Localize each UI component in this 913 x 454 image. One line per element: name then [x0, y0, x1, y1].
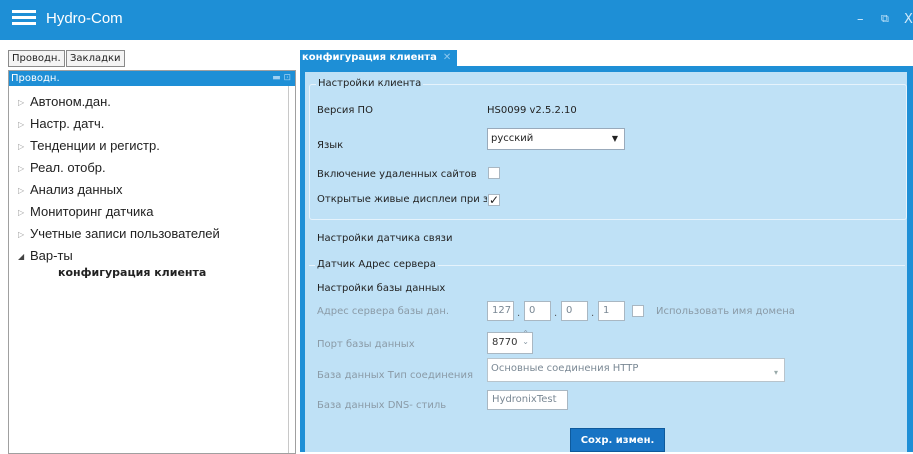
db-address-label: Адрес сервера базы дан. [317, 306, 450, 317]
sensor-comm-settings[interactable]: Настройки датчика связи [317, 233, 453, 244]
use-domain-checkbox[interactable] [632, 305, 644, 317]
tree-item-data-analysis[interactable]: ▷ Анализ данных [18, 182, 123, 197]
ip-dot: . [554, 308, 558, 319]
explorer-header: Проводн. ▬ ⊡ [9, 71, 295, 86]
left-pane: Проводн. Закладки Проводн. ▬ ⊡ ▷ Автоном.… [8, 48, 296, 454]
open-live-checkbox[interactable]: ✓ [488, 194, 500, 206]
version-label: Версия ПО [317, 105, 373, 116]
tree-item-trends[interactable]: ▷ Тенденции и регистр. [18, 138, 160, 153]
tab-explorer[interactable]: Проводн. [8, 50, 65, 67]
window-title: Hydro-Com [46, 10, 123, 27]
expand-icon[interactable]: ▷ [18, 208, 30, 217]
collapse-icon[interactable]: ◢ [18, 252, 30, 261]
expand-icon[interactable]: ▷ [18, 120, 30, 129]
conn-type-select[interactable]: Основные соединения HTTP ▾ [487, 358, 785, 382]
expand-icon[interactable]: ▷ [18, 230, 30, 239]
tree-item-autonomous-data[interactable]: ▷ Автоном.дан. [18, 94, 111, 109]
save-changes-button[interactable]: Сохр. измен. [570, 428, 665, 452]
pin-icon[interactable]: ▬ ⊡ [272, 71, 291, 86]
dns-label: База данных DNS- стиль [317, 400, 447, 411]
version-value: HS0099 v2.5.2.10 [487, 105, 577, 116]
tree-item-user-accounts[interactable]: ▷ Учетные записи пользователей [18, 226, 220, 241]
ip-octet-4[interactable]: 1 [598, 301, 625, 321]
tree-item-options[interactable]: ◢ Вар-ты [18, 248, 73, 263]
document-tab-bar: конфигурация клиента ✕ [300, 48, 913, 66]
tree-item-sensor-settings[interactable]: ▷ Настр. датч. [18, 116, 104, 131]
client-settings-legend: Настройки клиента [316, 78, 424, 89]
tab-bookmarks[interactable]: Закладки [66, 50, 125, 67]
server-legend: Датчик Адрес сервера [315, 259, 438, 270]
expand-icon[interactable]: ▷ [18, 186, 30, 195]
ip-octet-2[interactable]: 0 [524, 301, 551, 321]
tree-item-sensor-monitoring[interactable]: ▷ Мониторинг датчика [18, 204, 153, 219]
spin-icon[interactable]: ⌃ ⌄ [522, 330, 529, 346]
open-live-label: Открытые живые дисплеи при запуске [317, 194, 487, 205]
close-button[interactable]: X [904, 12, 913, 27]
expand-icon[interactable]: ▷ [18, 142, 30, 151]
title-bar: Hydro-Com – ⧉ X [0, 0, 913, 40]
ip-dot: . [591, 308, 595, 319]
db-port-input[interactable]: 8770 ⌃ ⌄ [487, 330, 533, 354]
dropdown-arrow-icon: ▼ [611, 134, 618, 143]
explorer-header-label: Проводн. [11, 73, 60, 84]
app-logo-icon [12, 10, 36, 30]
tree-item-realtime[interactable]: ▷ Реал. отобр. [18, 160, 106, 175]
expand-icon[interactable]: ▷ [18, 164, 30, 173]
tab-client-config[interactable]: конфигурация клиента ✕ [300, 50, 458, 66]
dropdown-arrow-icon: ▾ [773, 368, 778, 377]
tree-scrollbar[interactable] [288, 86, 295, 453]
db-port-label: Порт базы данных [317, 339, 415, 350]
use-domain-label: Использовать имя домена [656, 306, 795, 317]
ip-octet-1[interactable]: 127 [487, 301, 514, 321]
conn-type-label: База данных Тип соединения [317, 370, 473, 381]
expand-icon[interactable]: ▷ [18, 98, 30, 107]
ip-dot: . [517, 308, 521, 319]
language-label: Язык [317, 140, 344, 151]
tree-item-client-config[interactable]: конфигурация клиента [58, 266, 206, 279]
db-settings-label: Настройки базы данных [317, 283, 446, 294]
language-select[interactable]: русский ▼ [487, 128, 625, 150]
remote-sites-checkbox[interactable] [488, 167, 500, 179]
content-area: Настройки клиента Версия ПО HS0099 v2.5.… [300, 66, 913, 452]
settings-panel: Настройки клиента Версия ПО HS0099 v2.5.… [305, 72, 911, 452]
restore-button[interactable]: ⧉ [881, 12, 889, 26]
ip-octet-3[interactable]: 0 [561, 301, 588, 321]
remote-sites-label: Включение удаленных сайтов [317, 169, 477, 180]
close-tab-icon[interactable]: ✕ [443, 52, 451, 63]
content-scrollbar[interactable] [907, 72, 913, 452]
minimize-button[interactable]: – [857, 12, 864, 27]
dns-input[interactable]: HydronixTest [487, 390, 568, 410]
